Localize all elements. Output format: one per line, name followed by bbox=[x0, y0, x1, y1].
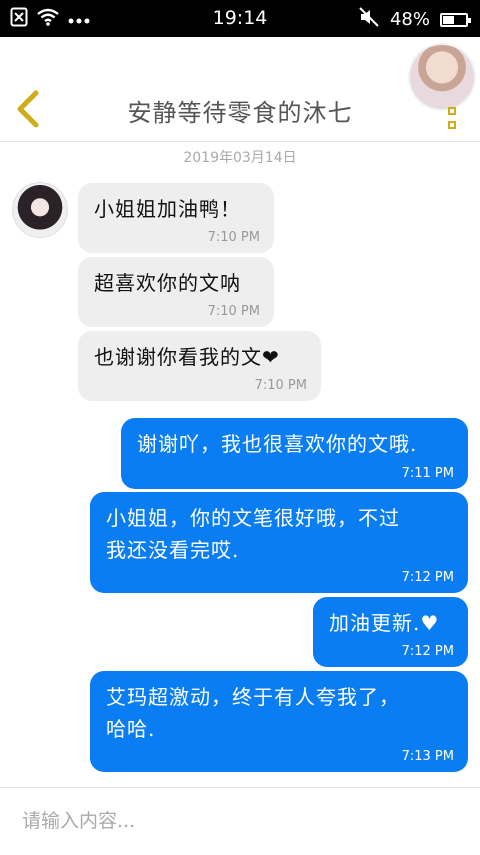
message-bubble-incoming[interactable]: 也谢谢你看我的文❤ 7:10 PM bbox=[78, 331, 321, 401]
chat-date: 2019年03月14日 bbox=[183, 150, 297, 166]
mute-icon bbox=[358, 7, 380, 32]
message-text: 谢谢吖，我也很喜欢你的文哦. bbox=[137, 432, 418, 456]
message-text: 小姐姐加油鸭！ bbox=[94, 197, 241, 221]
message-time: 7:11 PM bbox=[401, 466, 454, 481]
message-bubble-outgoing[interactable]: 谢谢吖，我也很喜欢你的文哦. 7:11 PM bbox=[121, 418, 468, 489]
message-input[interactable] bbox=[20, 802, 464, 840]
vertical-menu-icon[interactable] bbox=[448, 107, 460, 147]
message-time: 7:10 PM bbox=[207, 230, 260, 245]
battery-level bbox=[443, 15, 454, 24]
status-right: 48% bbox=[358, 7, 471, 32]
contact-avatar[interactable] bbox=[408, 43, 476, 111]
message-time: 7:13 PM bbox=[401, 749, 454, 764]
message-input-bar bbox=[0, 787, 480, 855]
message-bubble-outgoing[interactable]: 加油更新.♥ 7:12 PM bbox=[313, 597, 468, 667]
message-bubble-outgoing[interactable]: 艾玛超激动，终于有人夸我了， 哈哈. 7:13 PM bbox=[90, 671, 468, 772]
battery-percent: 48% bbox=[389, 9, 430, 30]
message-text: 超喜欢你的文呐 bbox=[94, 271, 241, 295]
battery-icon bbox=[440, 12, 471, 27]
message-text: 加油更新.♥ bbox=[329, 611, 440, 635]
message-time: 7:12 PM bbox=[401, 570, 454, 585]
message-text: 也谢谢你看我的文❤ bbox=[94, 345, 280, 369]
message-time: 7:10 PM bbox=[254, 378, 307, 393]
message-bubble-incoming[interactable]: 超喜欢你的文呐 7:10 PM bbox=[78, 257, 274, 327]
message-time: 7:12 PM bbox=[401, 644, 454, 659]
message-bubble-outgoing[interactable]: 小姐姐，你的文笔很好哦，不过 我还没看完哎. 7:12 PM bbox=[90, 492, 468, 593]
message-bubble-incoming[interactable]: 小姐姐加油鸭！ 7:10 PM bbox=[78, 183, 274, 253]
page-title: 安静等待零食的沐七 bbox=[127, 99, 353, 127]
message-text: 小姐姐，你的文笔很好哦，不过 我还没看完哎. bbox=[106, 506, 400, 562]
message-text: 艾玛超激动，终于有人夸我了， 哈哈. bbox=[106, 685, 400, 741]
chat-header: 安静等待零食的沐七 bbox=[0, 37, 480, 142]
sender-avatar[interactable] bbox=[12, 182, 68, 238]
status-bar: 19:14 48% bbox=[0, 0, 480, 37]
message-time: 7:10 PM bbox=[207, 304, 260, 319]
